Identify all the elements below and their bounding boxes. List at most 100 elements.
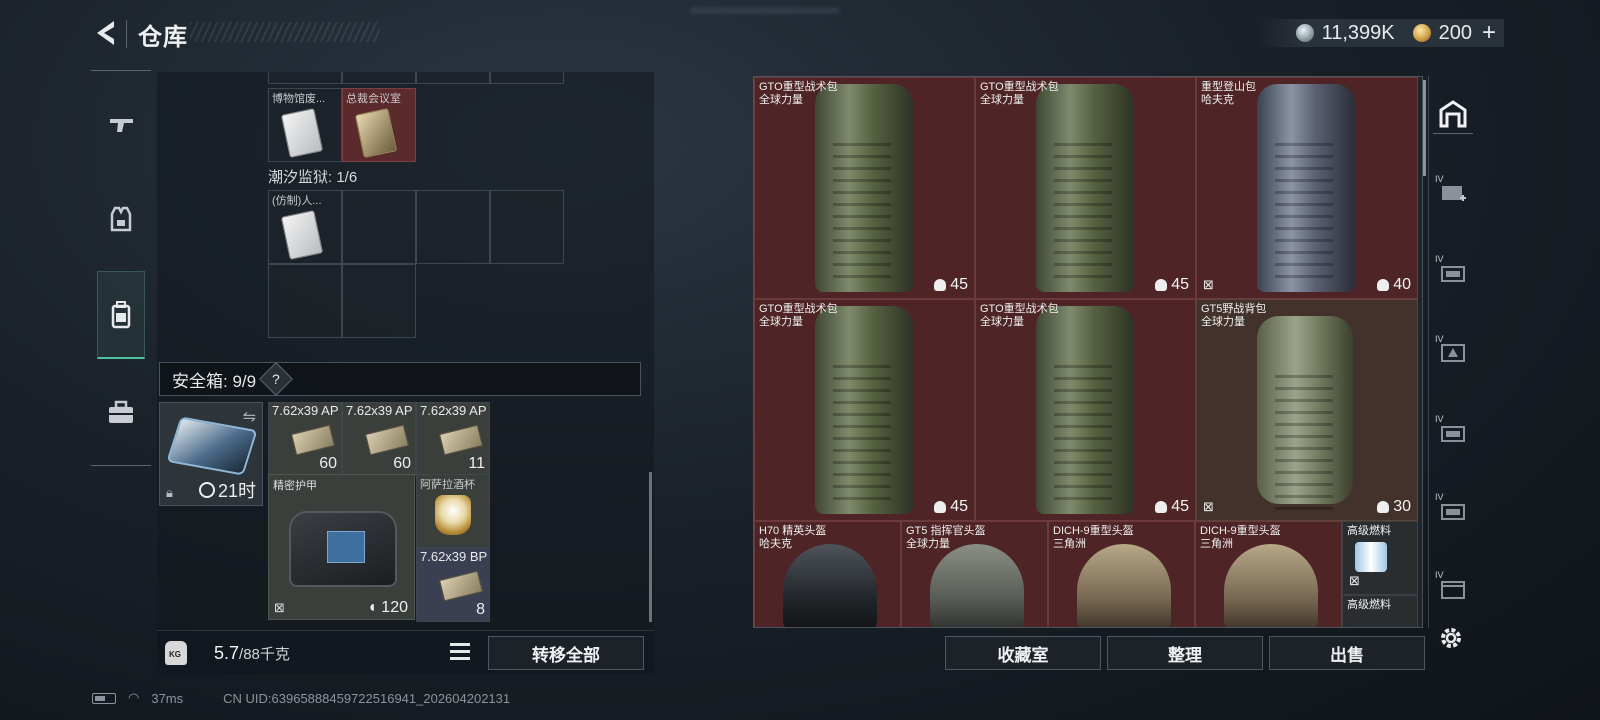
storage-item[interactable]: GT5 指挥官头盔 全球力量 — [901, 521, 1048, 627]
backpack-icon — [111, 300, 131, 328]
tab-storage-4[interactable]: IV — [1433, 412, 1473, 452]
safebox-item[interactable]: ⇋ 🔒︎ 21时 — [159, 402, 263, 506]
keycard-icon — [280, 107, 324, 159]
item-name: GT5野战背包 全球力量 — [1201, 303, 1267, 328]
item-count: 60 — [393, 455, 411, 472]
grid-cell[interactable] — [268, 72, 342, 84]
item-name: DICH-9重型头盔 三角洲 — [1053, 525, 1134, 550]
grid-cell[interactable] — [342, 190, 416, 264]
weight-icon — [165, 641, 187, 665]
loadout-panel: 博物馆废... 总裁会议室 潮汐监狱: 1/6 (仿制)人... 安全箱: 9/… — [157, 72, 654, 630]
no-pin-icon: ⊠ — [1203, 277, 1214, 292]
tab-storage-2[interactable]: IV — [1433, 252, 1473, 292]
weight-value: 5.7/88千克 — [214, 643, 290, 663]
item-capacity: 40 — [1377, 276, 1411, 294]
durability-value: ◖ 120 — [367, 599, 408, 616]
storage-item[interactable]: DICH-9重型头盔 三角洲 — [1048, 521, 1195, 627]
capacity-icon — [1155, 279, 1168, 291]
transfer-all-button[interactable]: 转移全部 — [488, 636, 644, 670]
loot-item[interactable]: 总裁会议室 — [342, 88, 416, 162]
cup-item[interactable]: 阿萨拉酒杯 — [416, 474, 490, 548]
grid-cell[interactable] — [490, 72, 564, 84]
storage-item[interactable]: GTO重型战术包 全球力量 45 — [754, 299, 975, 521]
storage-item[interactable]: GT5野战背包 全球力量 ⊠ 30 — [1196, 299, 1418, 521]
sell-button[interactable]: 出售 — [1269, 636, 1425, 670]
item-name: 高级燃料 — [1347, 599, 1391, 611]
storage-item[interactable]: GTO重型战术包 全球力量 45 — [975, 77, 1196, 299]
item-count: 60 — [319, 455, 337, 472]
tab-storage-3[interactable]: IV — [1433, 332, 1473, 372]
grid-cell[interactable] — [416, 190, 490, 264]
wifi-icon: ◠ — [128, 690, 140, 705]
status-bar: ◠ 37ms CN UID:63965888459722516941_20260… — [92, 690, 510, 706]
storage-item[interactable]: DICH-9重型头盔 三角洲 — [1195, 521, 1342, 627]
tab-warehouse[interactable] — [1433, 94, 1473, 134]
grid-cell[interactable] — [490, 190, 564, 264]
backpack-image — [1036, 306, 1134, 514]
settings-gear-icon[interactable] — [1437, 624, 1465, 652]
loot-item[interactable]: (仿制)人... — [268, 190, 342, 264]
list-icon[interactable] — [450, 643, 470, 661]
ammo-item[interactable]: 7.62x39 AP 60 — [342, 402, 416, 476]
tab-storage-6[interactable]: IV — [1433, 568, 1473, 608]
collection-room-button[interactable]: 收藏室 — [945, 636, 1101, 670]
tab-storage-5[interactable]: IV — [1433, 490, 1473, 530]
nav-supplies[interactable] — [97, 369, 145, 457]
back-arrow-icon[interactable] — [92, 18, 120, 48]
ammo-item[interactable]: 7.62x39 BP 8 — [416, 548, 490, 622]
ammo-box-icon — [438, 570, 484, 602]
gold-coin-icon — [1412, 24, 1431, 42]
item-label: 总裁会议室 — [346, 93, 401, 105]
item-name: H70 精英头盔 哈夫克 — [759, 525, 827, 550]
item-capacity: 45 — [934, 276, 968, 294]
capacity-icon — [1155, 501, 1168, 513]
timer-value: 21时 — [217, 481, 256, 501]
ammo-box-icon — [438, 424, 484, 456]
storage-item[interactable]: 高级燃料 — [1342, 595, 1418, 627]
warehouse-icon — [1439, 99, 1467, 127]
nav-weapons[interactable] — [97, 81, 145, 169]
left-nav — [91, 70, 151, 466]
backpack-image — [815, 306, 913, 514]
storage-item[interactable]: 重型登山包 哈夫克 ⊠ 40 — [1196, 77, 1418, 299]
grid-cell[interactable] — [268, 264, 342, 338]
add-currency-button[interactable]: + — [1482, 19, 1496, 47]
help-button[interactable]: ? — [259, 362, 294, 396]
safebox-label: 安全箱: 9/9 — [172, 371, 257, 391]
scrollbar[interactable] — [649, 472, 652, 622]
item-count: 11 — [468, 455, 485, 472]
storage-item[interactable]: GTO重型战术包 全球力量 45 — [975, 299, 1196, 521]
storage-item[interactable]: GTO重型战术包 全球力量 45 — [754, 77, 975, 299]
pistol-icon — [110, 119, 133, 132]
storage-item[interactable]: 高级燃料 ⊠ — [1342, 521, 1418, 595]
item-name: GTO重型战术包 全球力量 — [759, 81, 838, 106]
tab-storage-1[interactable]: IV — [1433, 172, 1473, 212]
gold-amount: 200 — [1438, 21, 1472, 44]
item-label: 阿萨拉酒杯 — [420, 479, 475, 491]
capacity-icon — [934, 279, 947, 291]
grid-cell[interactable] — [342, 264, 416, 338]
clock-icon — [198, 482, 215, 498]
armor-item[interactable]: 精密护甲 ⊠ ◖ 120 — [268, 474, 415, 620]
item-label: 7.62x39 AP — [346, 404, 413, 418]
storage-item[interactable]: H70 精英头盔 哈夫克 — [754, 521, 901, 627]
armor-image — [289, 511, 397, 587]
scrollbar[interactable] — [1423, 80, 1426, 176]
organize-button[interactable]: 整理 — [1107, 636, 1263, 670]
nav-backpack[interactable] — [97, 271, 145, 359]
ammo-item[interactable]: 7.62x39 AP 60 — [268, 402, 342, 476]
swap-icon[interactable]: ⇋ — [243, 407, 256, 427]
nav-armor[interactable] — [97, 175, 145, 263]
loot-item[interactable]: 博物馆废... — [268, 88, 342, 162]
grid-cell[interactable] — [342, 72, 416, 84]
capacity-icon — [1377, 279, 1390, 291]
weight-bar: 5.7/88千克 转移全部 — [157, 630, 654, 674]
silver-amount: 11,399K — [1321, 21, 1395, 44]
backpack-image — [1036, 84, 1134, 292]
timer-display: 21时 — [198, 477, 256, 503]
grid-cell[interactable] — [416, 72, 490, 84]
item-count: 8 — [476, 601, 485, 618]
toolbox-icon — [109, 400, 133, 423]
battery-icon — [92, 692, 116, 704]
ammo-item[interactable]: 7.62x39 AP 11 — [416, 402, 490, 476]
